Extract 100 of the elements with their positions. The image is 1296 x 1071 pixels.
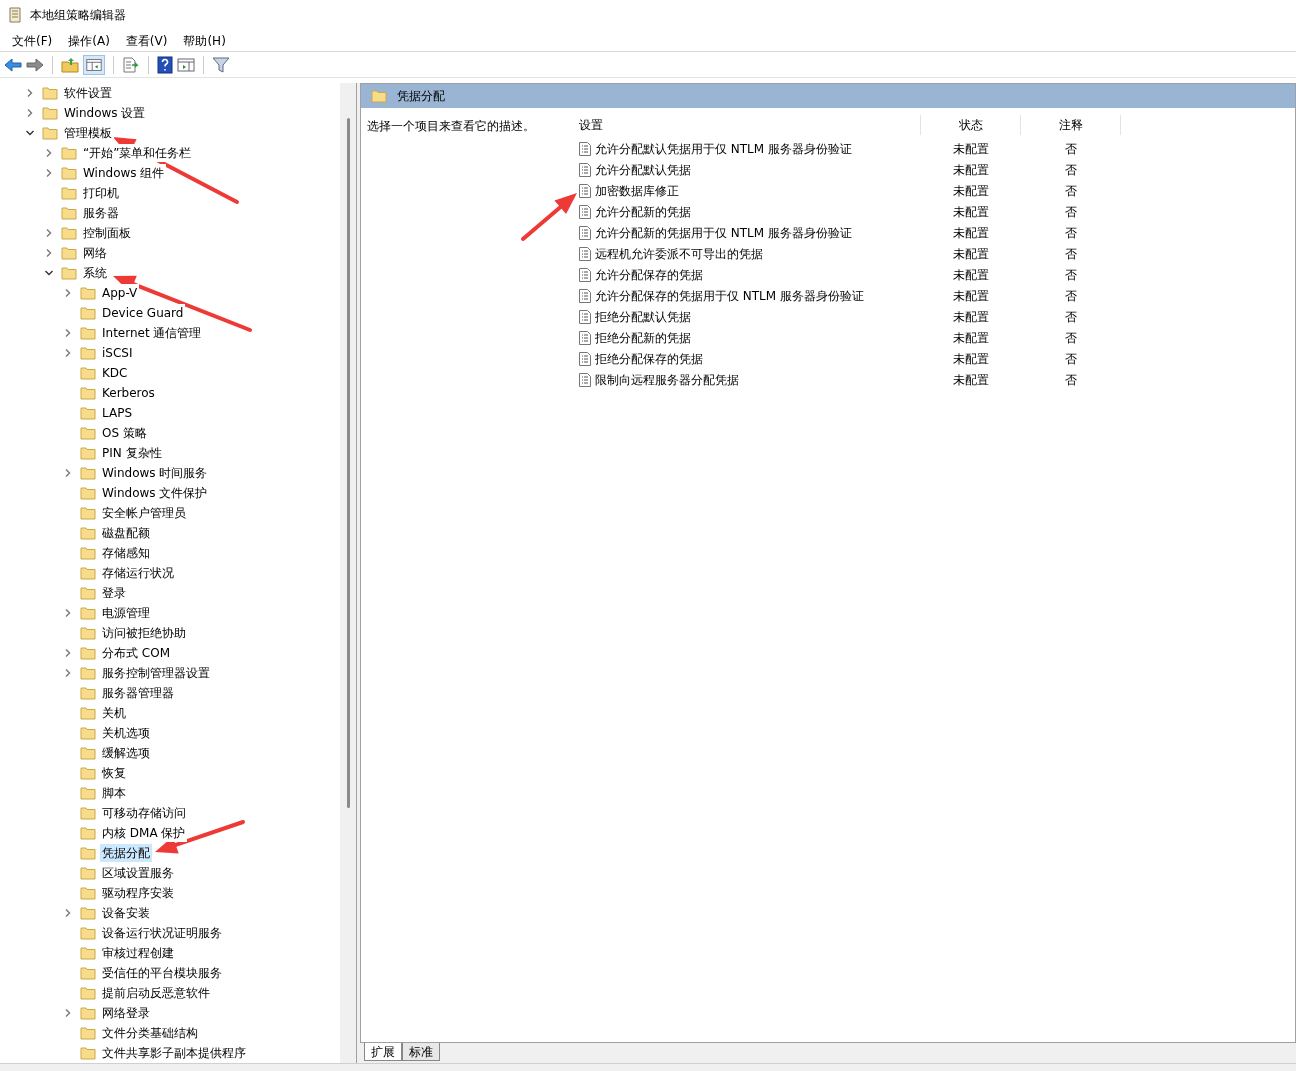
app-scroll-icon — [8, 7, 22, 23]
chevron-right-icon[interactable] — [63, 288, 73, 298]
tree-item[interactable]: 网络登录 — [100, 1004, 152, 1022]
chevron-right-icon[interactable] — [63, 1008, 73, 1018]
export-list-icon[interactable] — [122, 56, 140, 73]
chevron-right-icon[interactable] — [63, 908, 73, 918]
tree-item[interactable]: 区域设置服务 — [100, 864, 176, 882]
tree-item[interactable]: 可移动存储访问 — [100, 804, 188, 822]
tree-item[interactable]: 访问被拒绝协助 — [100, 624, 188, 642]
forward-arrow-icon[interactable] — [26, 56, 44, 73]
tree-item[interactable]: 驱动程序安装 — [100, 884, 176, 902]
tree-item[interactable]: 网络 — [81, 244, 109, 262]
tree-item[interactable]: 安全帐户管理员 — [100, 504, 188, 522]
folder-icon — [80, 386, 96, 400]
policy-name[interactable]: 允许分配新的凭据用于仅 NTLM 服务器身份验证 — [595, 223, 852, 242]
tree-item[interactable]: 磁盘配额 — [100, 524, 152, 542]
policy-name[interactable]: 允许分配新的凭据 — [595, 202, 691, 221]
tree-item[interactable]: 打印机 — [81, 184, 121, 202]
scrollbar-thumb[interactable] — [346, 118, 350, 808]
chevron-right-icon[interactable] — [44, 168, 54, 178]
tree-item[interactable]: OS 策略 — [100, 424, 149, 442]
column-header[interactable]: 注释 — [1021, 115, 1121, 135]
chevron-right-icon[interactable] — [63, 348, 73, 358]
tree-item[interactable]: 关机选项 — [100, 724, 152, 742]
chevron-right-icon[interactable] — [44, 148, 54, 158]
tree-item[interactable]: 服务器 — [81, 204, 121, 222]
tree-item[interactable]: 文件分类基础结构 — [100, 1024, 200, 1042]
tree-item[interactable]: 软件设置 — [62, 84, 114, 102]
folder-icon — [61, 146, 77, 160]
column-header[interactable]: 状态 — [921, 115, 1021, 135]
tree-item[interactable]: 文件共享影子副本提供程序 — [100, 1044, 248, 1062]
chevron-right-icon[interactable] — [63, 648, 73, 658]
tree-item[interactable]: “开始”菜单和任务栏 — [81, 144, 194, 162]
policy-name[interactable]: 允许分配保存的凭据用于仅 NTLM 服务器身份验证 — [595, 286, 864, 305]
tree-item[interactable]: 管理模板 — [62, 124, 114, 142]
tree-item[interactable]: 服务器管理器 — [100, 684, 176, 702]
folder-icon — [80, 426, 96, 440]
tree-item[interactable]: 电源管理 — [100, 604, 152, 622]
tree-item[interactable]: 存储感知 — [100, 544, 152, 562]
policy-name[interactable]: 允许分配默认凭据 — [595, 160, 691, 179]
tree-item[interactable]: 登录 — [100, 584, 128, 602]
tree-item[interactable]: 系统 — [81, 264, 109, 282]
tree-item[interactable]: Windows 组件 — [81, 164, 167, 182]
policy-name[interactable]: 拒绝分配新的凭据 — [595, 328, 691, 347]
tree-item[interactable]: 恢复 — [100, 764, 128, 782]
back-arrow-icon[interactable] — [4, 56, 22, 73]
tree-item[interactable]: 受信任的平台模块服务 — [100, 964, 224, 982]
policy-name[interactable]: 拒绝分配保存的凭据 — [595, 349, 703, 368]
help-icon[interactable] — [157, 55, 173, 74]
policy-comment: 否 — [1065, 140, 1077, 158]
tree-item[interactable]: 服务控制管理器设置 — [100, 664, 212, 682]
tree-item[interactable]: App-V — [100, 284, 140, 302]
policy-document-icon — [579, 330, 591, 345]
view-tab[interactable]: 标准 — [402, 1043, 440, 1061]
tree-item[interactable]: 设备安装 — [100, 904, 152, 922]
tree-item[interactable]: 控制面板 — [81, 224, 133, 242]
tree-item[interactable]: 脚本 — [100, 784, 128, 802]
tree-item[interactable]: 内核 DMA 保护 — [100, 824, 188, 842]
chevron-right-icon[interactable] — [44, 228, 54, 238]
folder-up-icon[interactable] — [61, 56, 79, 73]
folder-icon — [80, 766, 96, 780]
policy-name[interactable]: 加密数据库修正 — [595, 181, 679, 200]
column-header[interactable]: 设置 — [571, 115, 921, 135]
tree-item[interactable]: Windows 文件保护 — [100, 484, 210, 502]
policy-name[interactable]: 远程机允许委派不可导出的凭据 — [595, 244, 763, 263]
filter-icon[interactable] — [212, 56, 230, 73]
tree-item[interactable]: Windows 设置 — [62, 104, 148, 122]
folder-icon — [80, 786, 96, 800]
chevron-right-icon[interactable] — [25, 88, 35, 98]
tree-item[interactable]: Internet 通信管理 — [100, 324, 204, 342]
policy-name[interactable]: 允许分配默认凭据用于仅 NTLM 服务器身份验证 — [595, 139, 852, 158]
chevron-down-icon[interactable] — [44, 268, 54, 278]
menu-item[interactable]: 操作(A) — [60, 29, 118, 52]
chevron-right-icon[interactable] — [63, 328, 73, 338]
policy-name[interactable]: 拒绝分配默认凭据 — [595, 307, 691, 326]
chevron-right-icon[interactable] — [63, 668, 73, 678]
tree-item[interactable]: 关机 — [100, 704, 128, 722]
tree-item[interactable]: 审核过程创建 — [100, 944, 176, 962]
console-tree-icon[interactable] — [83, 54, 105, 75]
menu-item[interactable]: 帮助(H) — [175, 29, 234, 52]
chevron-right-icon[interactable] — [25, 108, 35, 118]
policy-state: 未配置 — [953, 266, 989, 284]
tree-item[interactable]: PIN 复杂性 — [100, 444, 164, 462]
chevron-right-icon[interactable] — [44, 248, 54, 258]
tree-item[interactable]: 存储运行状况 — [100, 564, 176, 582]
policy-name[interactable]: 限制向远程服务器分配凭据 — [595, 370, 739, 389]
tree-item[interactable]: 凭据分配 — [100, 844, 152, 862]
view-tab[interactable]: 扩展 — [364, 1043, 402, 1061]
policy-comment: 否 — [1065, 371, 1077, 389]
tree-item[interactable]: 缓解选项 — [100, 744, 152, 762]
tree-item[interactable]: Windows 时间服务 — [100, 464, 210, 482]
menu-item[interactable]: 文件(F) — [4, 29, 61, 52]
tree-item[interactable]: 提前启动反恶意软件 — [100, 984, 212, 1002]
tree-item[interactable]: 设备运行状况证明服务 — [100, 924, 224, 942]
chevron-right-icon[interactable] — [63, 608, 73, 618]
chevron-down-icon[interactable] — [25, 128, 35, 138]
tree-item[interactable]: 分布式 COM — [100, 644, 172, 662]
menu-item[interactable]: 查看(V) — [117, 29, 176, 52]
chevron-right-icon[interactable] — [63, 468, 73, 478]
policy-name[interactable]: 允许分配保存的凭据 — [595, 265, 703, 284]
